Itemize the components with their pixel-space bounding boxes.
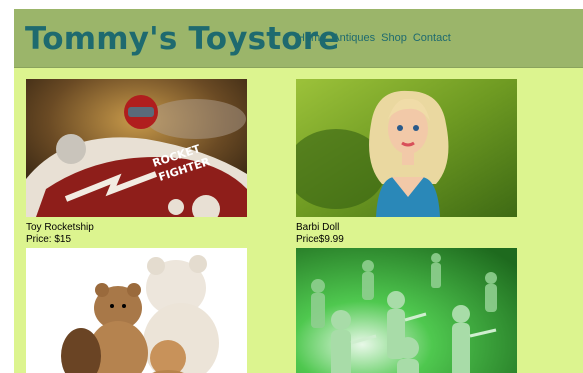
product-name: Toy Rocketship bbox=[26, 222, 94, 233]
page: Tommy's Toystore Home Antiques Shop Cont… bbox=[14, 9, 583, 373]
product-card-rocketship: ROCKET FIGHTER Toy Rocketship Price: $15 bbox=[26, 79, 247, 246]
nav-home-link[interactable]: Home bbox=[297, 31, 326, 45]
site-header: Tommy's Toystore Home Antiques Shop Cont… bbox=[14, 9, 583, 68]
product-card-army-men bbox=[296, 248, 517, 373]
nav-antiques-link[interactable]: Antiques bbox=[332, 31, 375, 45]
product-image-rocketship[interactable]: ROCKET FIGHTER bbox=[26, 79, 247, 217]
product-price: Price: $15 bbox=[26, 234, 72, 245]
product-image-teddy-bears[interactable] bbox=[26, 248, 247, 373]
nav-shop-link[interactable]: Shop bbox=[381, 31, 407, 45]
product-price: Price$9.99 bbox=[296, 234, 344, 245]
main-nav: Home Antiques Shop Contact bbox=[297, 31, 451, 45]
nav-contact-link[interactable]: Contact bbox=[413, 31, 451, 45]
product-image-army-men[interactable] bbox=[296, 248, 517, 373]
site-title: Tommy's Toystore bbox=[25, 21, 340, 57]
product-card-teddy-bears bbox=[26, 248, 247, 373]
product-name: Barbi Doll bbox=[296, 222, 340, 233]
product-card-doll: Barbi Doll Price$9.99 bbox=[296, 79, 517, 246]
product-image-doll[interactable] bbox=[296, 79, 517, 217]
